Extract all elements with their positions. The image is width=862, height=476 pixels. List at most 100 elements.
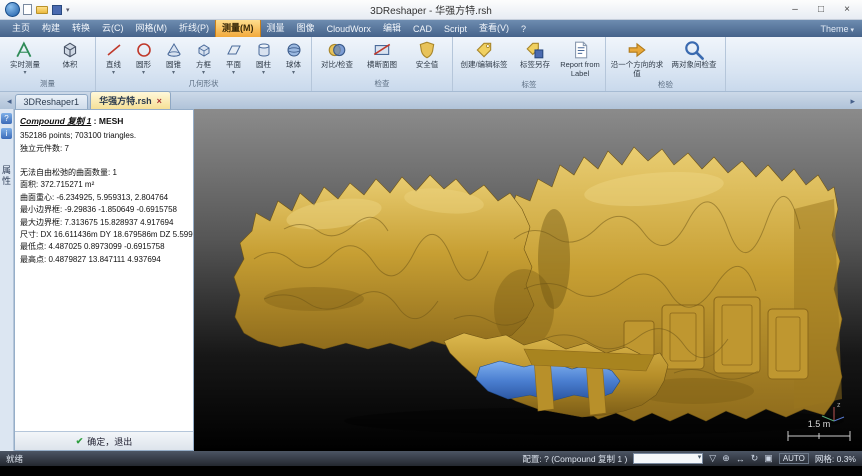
stat-points-triangles: 352186 points; 703100 triangles.	[20, 130, 188, 142]
chevron-down-icon	[159, 70, 188, 76]
safety-value-button[interactable]: 安全值	[405, 39, 449, 70]
auto-toggle[interactable]: AUTO	[779, 453, 809, 464]
tab-build[interactable]: 构建	[36, 19, 66, 37]
cone-icon	[159, 39, 188, 61]
axis-z-label: z	[837, 402, 841, 409]
compare-inspect-button[interactable]: 对比/检查	[315, 39, 359, 70]
cylinder-tool-button[interactable]: 圆柱	[249, 39, 278, 76]
confirm-exit-label: 确定，退出	[87, 435, 132, 448]
minimize-button[interactable]: –	[782, 2, 808, 17]
help-icon[interactable]: ?	[1, 113, 12, 124]
tab-script[interactable]: Script	[438, 22, 473, 37]
app-menu-button[interactable]	[5, 2, 20, 17]
close-tab-icon[interactable]: ×	[157, 96, 162, 106]
pan-icon[interactable]	[736, 454, 745, 464]
stat-components: 独立元件数: 7	[20, 143, 188, 155]
quick-access-dropdown-icon[interactable]: ▾	[66, 6, 70, 14]
line-tool-button[interactable]: 直线	[99, 39, 128, 76]
plane-icon	[219, 39, 248, 61]
status-config-text: 配置: ? (Compound 复制 1 )	[522, 453, 627, 465]
chevron-down-icon	[189, 70, 218, 76]
line-icon	[99, 39, 128, 61]
confirm-exit-button[interactable]: ✔ 确定，退出	[65, 433, 144, 450]
stat-centroid: 曲面重心: -6.234925, 5.959313, 2.804764	[20, 192, 188, 204]
zoom-fit-icon[interactable]	[722, 453, 730, 464]
live-measure-button[interactable]: 实时测量	[3, 39, 47, 76]
box-tool-button[interactable]: 方框	[189, 39, 218, 76]
tab-transform[interactable]: 转换	[66, 19, 96, 37]
tab-view[interactable]: 查看(V)	[473, 19, 515, 37]
group-label-measure: 测量	[3, 77, 92, 91]
cross-section-button[interactable]: 横断面图	[360, 39, 404, 70]
window-controls: – □ ×	[782, 2, 860, 17]
scale-label: 1.5 m	[808, 419, 831, 429]
inspect-two-objects-button[interactable]: 两对象间检查	[666, 39, 722, 70]
ribbon-tab-bar: 主页 构建 转换 云(C) 网格(M) 折线(P) 测量(M) 测量 图像 Cl…	[0, 20, 862, 37]
stat-highest-point: 最高点: 0.4879827 13.847111 4.937694	[20, 254, 188, 266]
stat-free-surfaces: 无法自由松弛的曲面数量: 1	[20, 167, 188, 179]
tab-scroll-left-icon[interactable]: ◂	[4, 96, 15, 109]
volume-button[interactable]: 体积	[48, 39, 92, 70]
close-button[interactable]: ×	[834, 2, 860, 17]
tab-image[interactable]: 图像	[291, 19, 321, 37]
create-edit-label-button[interactable]: 创建/编辑标签	[456, 39, 512, 70]
chevron-down-icon	[3, 70, 47, 76]
doc-tab-active[interactable]: 华强方特.rsh ×	[90, 91, 171, 109]
properties-dock-label[interactable]: 属性	[0, 165, 13, 187]
view-mode-combobox[interactable]	[633, 453, 703, 464]
filter-icon[interactable]	[709, 453, 716, 464]
save-label-button[interactable]: 标签另存	[513, 39, 557, 70]
shield-icon	[405, 39, 449, 61]
mesh-name: Compound 复制 1	[20, 116, 91, 126]
tab-cad[interactable]: CAD	[407, 22, 438, 37]
chevron-down-icon	[279, 70, 308, 76]
maximize-button[interactable]: □	[808, 2, 834, 17]
stat-lowest-point: 最低点: 4.487025 0.8973099 -0.6915758	[20, 241, 188, 253]
app-window: ▾ 3DReshaper - 华强方特.rsh – □ × 主页 构建 转换 云…	[0, 0, 862, 476]
tab-mesh[interactable]: 网格(M)	[130, 19, 174, 37]
select-box-icon[interactable]	[764, 453, 773, 464]
plane-tool-button[interactable]: 平面	[219, 39, 248, 76]
circle-tool-button[interactable]: 圆形	[129, 39, 158, 76]
quick-access-toolbar: ▾	[23, 4, 70, 15]
3d-viewport[interactable]: z 1.5 m	[194, 109, 862, 451]
tab-measure2[interactable]: 测量	[261, 19, 291, 37]
mesh-title: Compound 复制 1 : MESH	[20, 115, 188, 128]
save-icon[interactable]	[52, 5, 62, 15]
properties-panel: Compound 复制 1 : MESH 352186 points; 7031…	[14, 109, 194, 451]
tab-cloud[interactable]: 云(C)	[96, 19, 130, 37]
window-title: 3DReshaper - 华强方特.rsh	[0, 2, 862, 17]
cylinder-icon	[249, 39, 278, 61]
sphere-icon	[279, 39, 308, 61]
ribbon-group-verify: 沿一个方向的求值 两对象间检查 检验	[606, 37, 726, 91]
sphere-tool-button[interactable]: 球体	[279, 39, 308, 76]
tab-scroll-right-icon[interactable]: ▸	[847, 96, 858, 109]
rotate-view-icon[interactable]	[751, 453, 759, 464]
doc-tab-reshaper1[interactable]: 3DReshaper1	[15, 94, 89, 109]
open-file-icon[interactable]	[36, 6, 48, 14]
ribbon-group-geometry: 直线 圆形 圆锥	[96, 37, 312, 91]
magnifier-icon	[666, 39, 722, 61]
group-label-geometry: 几何形状	[99, 77, 308, 91]
tab-polyline[interactable]: 折线(P)	[173, 19, 215, 37]
theme-selector[interactable]: Theme	[813, 22, 862, 37]
tab-home[interactable]: 主页	[6, 19, 36, 37]
new-document-icon[interactable]	[23, 4, 32, 15]
status-right-cluster: 配置: ? (Compound 复制 1 ) AUTO 网格: 0.3%	[522, 453, 856, 465]
tab-measure-active[interactable]: 测量(M)	[215, 18, 261, 37]
tab-cloudworx[interactable]: CloudWorx	[321, 22, 377, 37]
tab-edit[interactable]: 编辑	[377, 19, 407, 37]
chevron-down-icon	[219, 70, 248, 76]
report-from-label-button[interactable]: Report from Label	[558, 39, 602, 78]
cone-tool-button[interactable]: 圆锥	[159, 39, 188, 76]
mesh-type: : MESH	[91, 116, 123, 126]
check-icon: ✔	[76, 436, 84, 447]
panel-footer: ✔ 确定，退出	[15, 431, 193, 450]
ribbon-group-labels: 创建/编辑标签 标签另存 Report from Label 标签	[453, 37, 606, 91]
doc-tab-label: 3DReshaper1	[24, 97, 80, 107]
evaluate-direction-button[interactable]: 沿一个方向的求值	[609, 39, 665, 78]
tab-help[interactable]: ?	[515, 22, 532, 37]
chevron-down-icon	[129, 70, 158, 76]
live-measure-icon	[3, 39, 47, 61]
pin-icon[interactable]: i	[1, 128, 12, 139]
